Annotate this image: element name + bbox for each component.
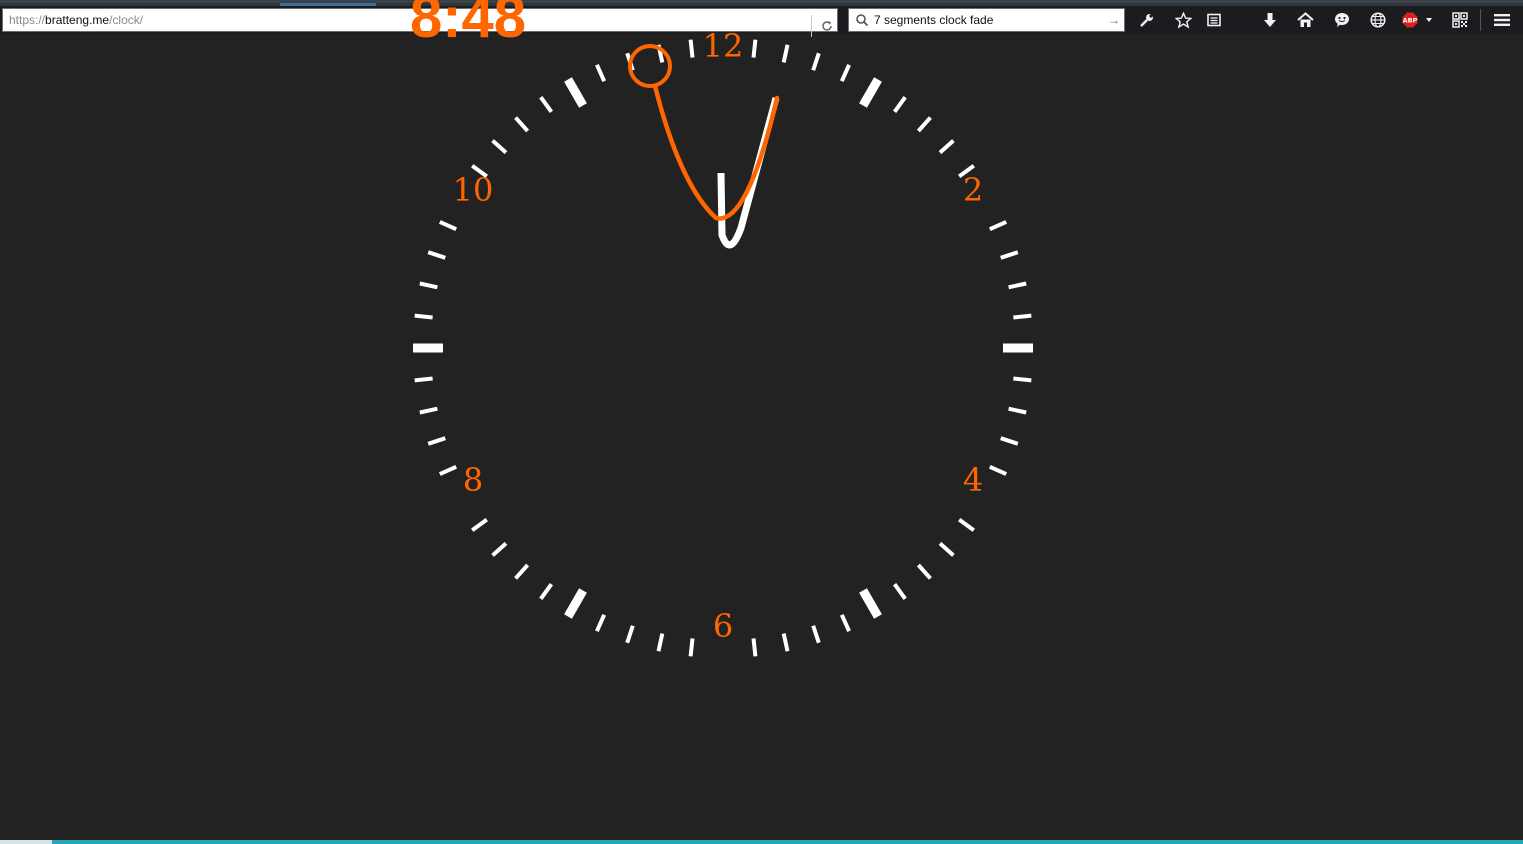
hour-hand <box>717 97 780 249</box>
minor-tick <box>839 613 851 633</box>
minor-tick <box>1013 313 1032 320</box>
minor-tick <box>811 52 821 71</box>
minor-tick <box>419 281 438 290</box>
minor-tick <box>751 39 758 58</box>
minor-tick <box>781 44 790 63</box>
minor-tick <box>427 436 446 446</box>
minor-tick <box>688 39 695 58</box>
minor-tick <box>438 220 458 232</box>
minor-tick <box>938 541 955 557</box>
major-tick <box>859 77 882 108</box>
clock-numerals: 12 2 4 6 8 10 <box>453 27 984 645</box>
minor-tick <box>656 633 665 652</box>
minor-tick <box>414 313 433 320</box>
minor-tick <box>414 376 433 383</box>
minor-tick <box>471 517 488 532</box>
numeral-2: 2 <box>963 171 983 209</box>
minor-tick <box>1000 250 1019 260</box>
minor-tick <box>811 625 821 644</box>
minor-tick <box>892 96 907 113</box>
minor-tick <box>427 250 446 260</box>
minor-tick <box>419 406 438 415</box>
digital-time-readout: 8:48 <box>410 0 526 50</box>
minor-tick <box>916 116 932 133</box>
numeral-8: 8 <box>463 461 483 499</box>
taskbar-edge <box>0 840 1523 844</box>
major-tick <box>564 77 587 108</box>
minor-tick <box>751 638 758 657</box>
minor-tick <box>595 613 607 633</box>
minor-tick <box>988 464 1008 476</box>
minor-tick <box>916 563 932 580</box>
major-tick <box>859 588 882 619</box>
minor-tick <box>514 563 530 580</box>
minor-tick <box>595 63 607 83</box>
minor-tick <box>892 583 907 600</box>
minor-tick <box>539 583 554 600</box>
minor-tick <box>1008 281 1027 290</box>
numeral-4: 4 <box>963 461 983 499</box>
minor-tick <box>958 517 975 532</box>
minor-tick <box>988 220 1008 232</box>
minor-tick <box>1013 376 1032 383</box>
minor-tick <box>1008 406 1027 415</box>
major-tick <box>564 588 587 619</box>
minor-tick <box>625 625 635 644</box>
minor-tick <box>1000 436 1019 446</box>
clock-ticks <box>413 39 1033 657</box>
numeral-10: 10 <box>453 171 494 209</box>
minute-hand-knob <box>628 44 672 88</box>
minor-tick <box>491 139 508 155</box>
minor-tick <box>438 464 458 476</box>
minor-tick <box>539 96 554 113</box>
numeral-6: 6 <box>713 607 733 645</box>
minor-tick <box>781 633 790 652</box>
minor-tick <box>839 63 851 83</box>
minor-tick <box>938 139 955 155</box>
taskbar-edge-highlight <box>0 840 52 844</box>
minor-tick <box>688 638 695 657</box>
minor-tick <box>491 541 508 557</box>
minor-tick <box>514 116 530 133</box>
numeral-12: 12 <box>703 27 744 65</box>
clock-face: 8:48 12 2 4 6 8 10 <box>410 0 1033 657</box>
